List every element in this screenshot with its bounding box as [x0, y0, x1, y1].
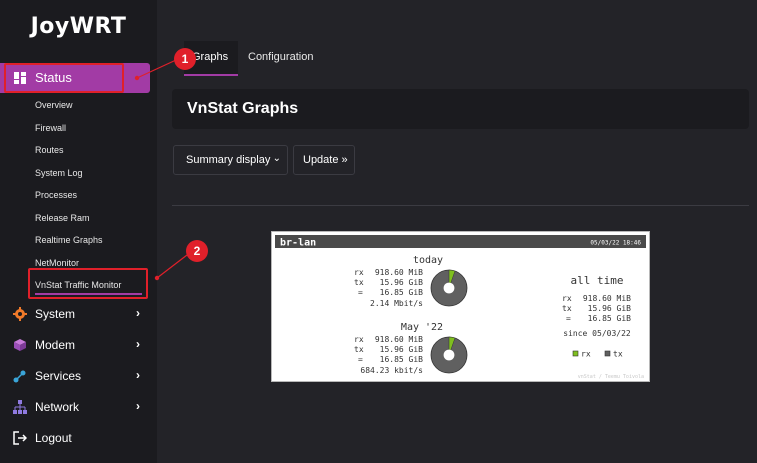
vnstat-month-total-label: = — [358, 355, 363, 364]
vnstat-today-tx-label: tx — [354, 278, 364, 287]
vnstat-alltime-tx-label: tx — [562, 304, 572, 313]
legend-rx-swatch — [572, 350, 579, 357]
vnstat-month-rx: 918.60 MiB — [375, 335, 423, 344]
vnstat-today-title: today — [413, 255, 443, 266]
vnstat-today-rx-label: rx — [354, 268, 364, 277]
vnstat-alltime-total: 16.85 GiB — [588, 314, 632, 323]
legend-rx-label: rx — [581, 350, 591, 359]
vnstat-alltime-tx: 15.96 GiB — [588, 304, 632, 313]
vnstat-month-total: 16.85 GiB — [380, 355, 424, 364]
legend-tx-label: tx — [613, 350, 623, 359]
pie-center-hole — [443, 349, 455, 361]
vnstat-summary-svg: br-lan 05/03/22 18:46 today rx 918.60 Mi… — [275, 235, 646, 380]
vnstat-since: since 05/03/22 — [563, 329, 631, 338]
pie-center-hole — [443, 282, 455, 294]
vnstat-footer: vnStat / Teemu Toivola — [578, 374, 644, 380]
vnstat-month-tx-label: tx — [354, 345, 364, 354]
vnstat-alltime-rx-label: rx — [562, 294, 572, 303]
vnstat-alltime-title: all time — [571, 274, 624, 287]
vnstat-pie-today — [430, 269, 468, 307]
vnstat-summary-graph: br-lan 05/03/22 18:46 today rx 918.60 Mi… — [271, 231, 650, 382]
vnstat-alltime-total-label: = — [566, 314, 571, 323]
annotation-badge-2: 2 — [186, 240, 208, 262]
vnstat-today-tx: 15.96 GiB — [380, 278, 424, 287]
vnstat-month-rx-label: rx — [354, 335, 364, 344]
vnstat-alltime-rx: 918.60 MiB — [583, 294, 631, 303]
vnstat-interface: br-lan — [280, 238, 316, 249]
vnstat-timestamp: 05/03/22 18:46 — [590, 240, 641, 247]
vnstat-month-rate: 684.23 kbit/s — [360, 366, 423, 375]
vnstat-month-tx: 15.96 GiB — [380, 345, 424, 354]
legend-tx-swatch — [604, 350, 611, 357]
vnstat-month-title: May '22 — [401, 322, 443, 333]
vnstat-today-rx: 918.60 MiB — [375, 268, 423, 277]
annotation-badge-1: 1 — [174, 48, 196, 70]
vnstat-pie-month — [430, 336, 468, 374]
vnstat-today-total: 16.85 GiB — [380, 288, 424, 297]
vnstat-today-rate: 2.14 Mbit/s — [370, 299, 423, 308]
vnstat-today-total-label: = — [358, 288, 363, 297]
